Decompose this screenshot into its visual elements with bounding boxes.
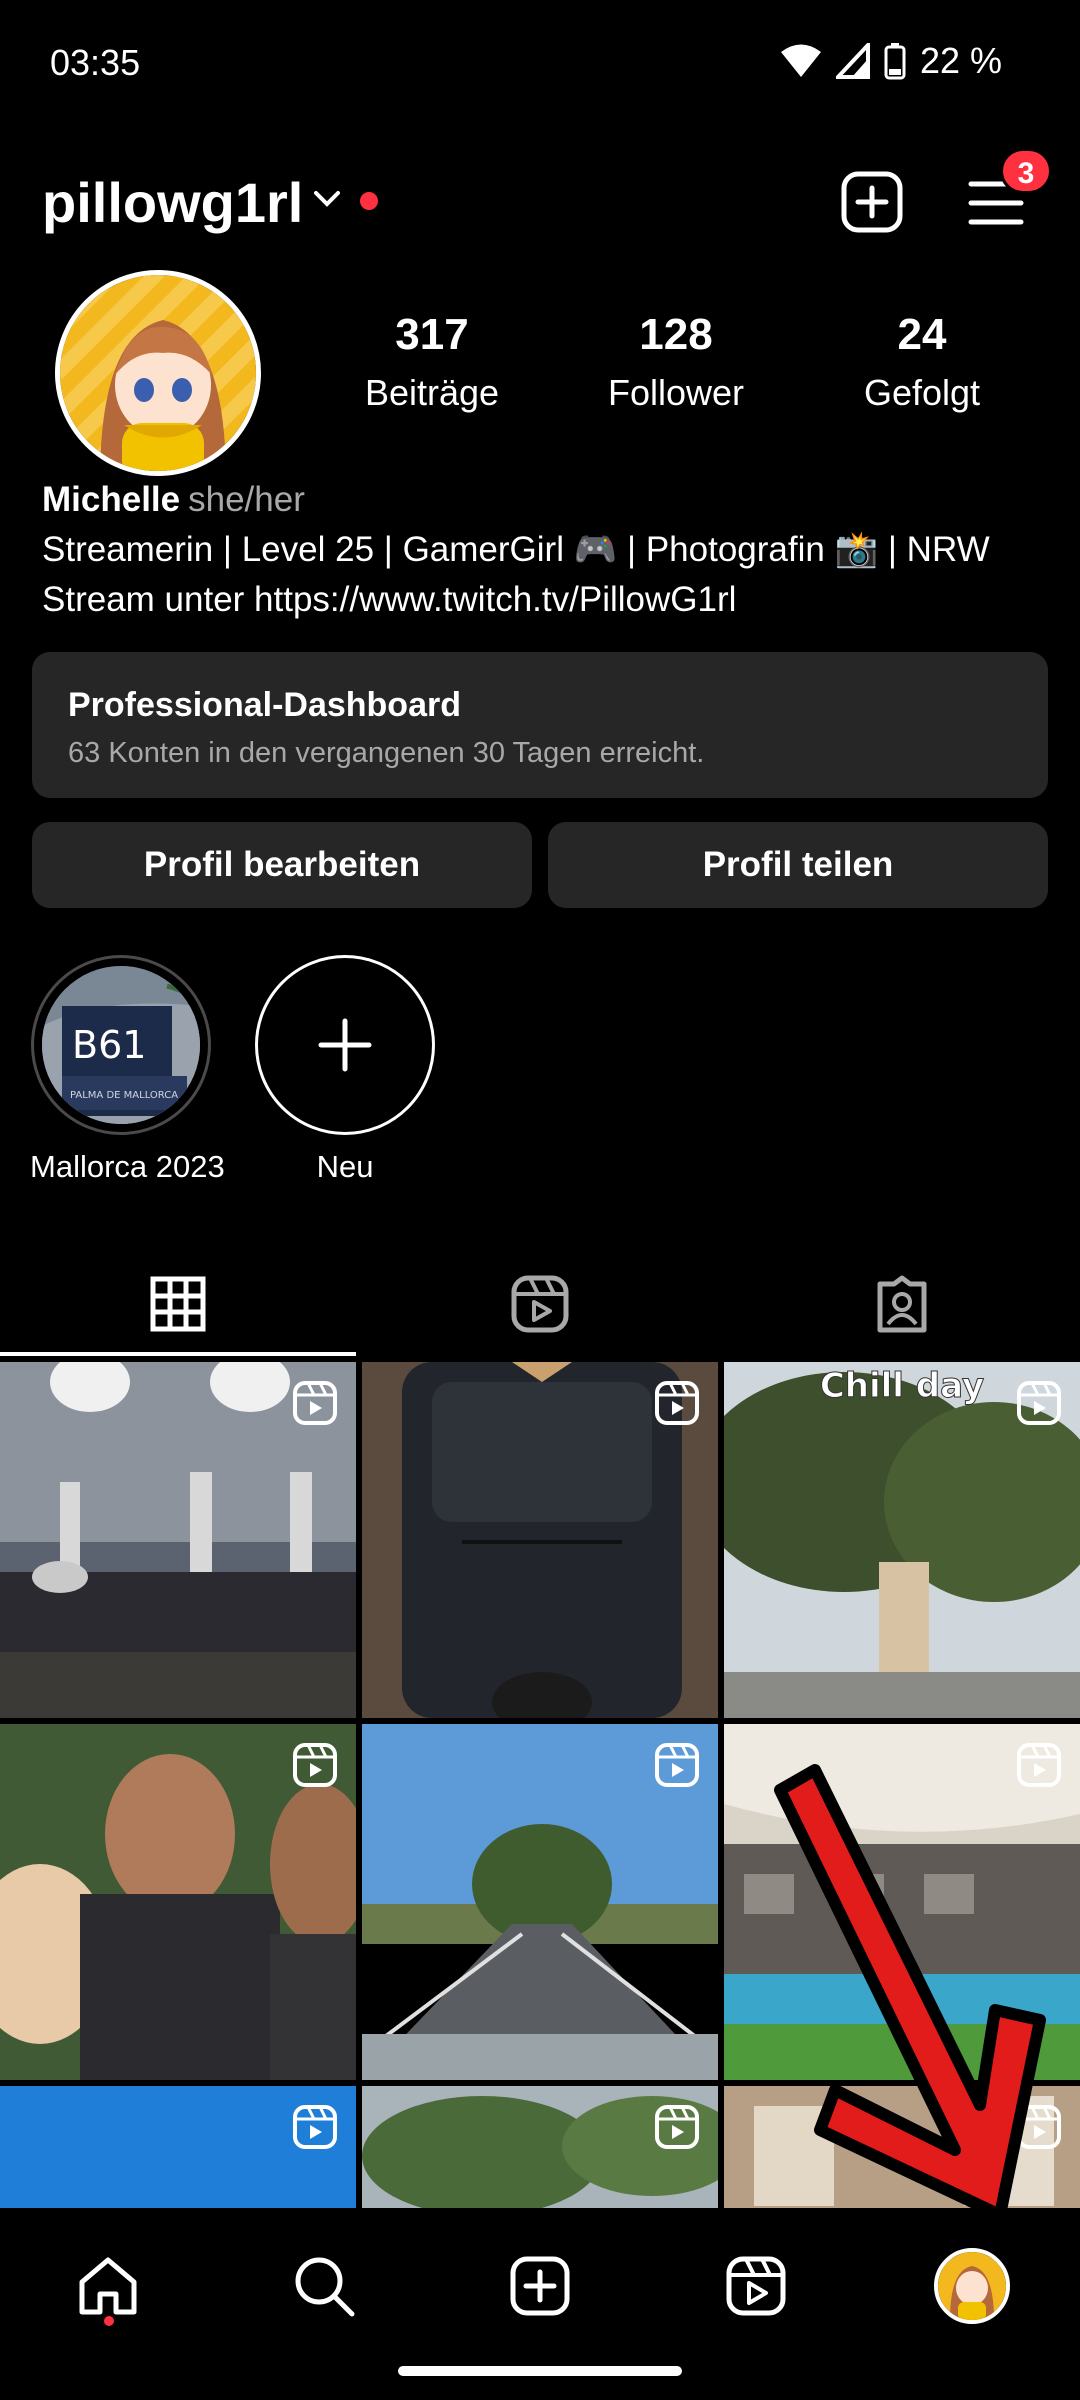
signal-icon — [835, 43, 870, 79]
grid-post[interactable] — [362, 1724, 718, 2080]
stat-label: Gefolgt — [863, 372, 981, 413]
bio-line: Streamerin | Level 25 | GamerGirl 🎮 | Ph… — [42, 530, 990, 569]
professional-dashboard[interactable]: Professional-Dashboard 63 Konten in den … — [32, 652, 1048, 798]
status-icons: 22 % — [780, 40, 1002, 82]
nav-search[interactable] — [284, 2246, 364, 2326]
bio-name-row: Michelle she/her — [42, 475, 1042, 525]
nav-reels[interactable] — [716, 2246, 796, 2326]
battery-icon — [884, 43, 906, 80]
stat-value: 128 — [639, 310, 713, 359]
pronouns: she/her — [188, 480, 305, 519]
dashboard-title: Professional-Dashboard — [68, 686, 461, 724]
add-post-icon[interactable] — [840, 170, 904, 234]
notification-badge: 3 — [1000, 148, 1052, 194]
stat-following[interactable]: 24 Gefolgt — [802, 310, 1042, 414]
nav-profile[interactable] — [932, 2246, 1012, 2326]
grid-post[interactable] — [362, 2086, 718, 2208]
highlight-label: Mallorca 2023 — [30, 1149, 225, 1184]
edit-profile-button[interactable]: Profil bearbeiten — [32, 822, 532, 908]
stat-value: 317 — [395, 310, 469, 359]
username[interactable]: pillowg1rl — [42, 170, 303, 235]
reel-indicator-icon — [293, 1743, 337, 1787]
stat-label: Beiträge — [364, 372, 500, 413]
reel-indicator-icon — [293, 1381, 337, 1425]
chevron-down-icon[interactable] — [310, 182, 344, 216]
share-profile-button[interactable]: Profil teilen — [548, 822, 1048, 908]
reel-indicator-icon — [1017, 2105, 1061, 2149]
tab-active-indicator — [0, 1352, 356, 1356]
tab-grid[interactable] — [0, 1250, 356, 1358]
highlight-new[interactable]: Neu — [255, 955, 435, 1185]
battery-percent: 22 % — [919, 40, 1002, 81]
search-icon — [295, 2257, 355, 2317]
wifi-icon — [780, 44, 821, 77]
home-activity-dot — [104, 2316, 114, 2326]
reels-icon — [726, 2256, 786, 2316]
highlight-new-circle — [255, 955, 435, 1135]
profile-header: pillowg1rl 3 — [0, 148, 1080, 240]
stat-posts[interactable]: 317 Beiträge — [312, 310, 552, 414]
posts-grid: Chill day — [0, 1362, 1080, 2208]
display-name: Michelle — [42, 480, 181, 519]
highlight-mallorca[interactable]: B61 PALMA DE MALLORCA Mallorca 2023 — [30, 955, 225, 1185]
create-icon — [510, 2256, 570, 2316]
stat-label: Follower — [607, 372, 745, 413]
sign-subtext: PALMA DE MALLORCA — [70, 1090, 178, 1101]
home-icon — [79, 2257, 137, 2315]
grid-icon — [150, 1276, 206, 1332]
reel-indicator-icon — [655, 1743, 699, 1787]
grid-post[interactable] — [724, 2086, 1080, 2208]
home-indicator[interactable] — [398, 2366, 682, 2376]
grid-post[interactable] — [724, 1724, 1080, 2080]
status-time: 03:35 — [50, 42, 141, 83]
reels-icon — [511, 1275, 569, 1333]
stat-followers[interactable]: 128 Follower — [556, 310, 796, 414]
plus-icon — [318, 1018, 372, 1072]
reel-indicator-icon — [655, 1381, 699, 1425]
tagged-icon — [877, 1275, 927, 1333]
stat-value: 24 — [897, 310, 947, 359]
highlight-label: Neu — [316, 1149, 374, 1184]
grid-post[interactable] — [362, 1362, 718, 1718]
profile-bio: Michelle she/her Streamerin | Level 25 | … — [42, 475, 1042, 625]
highlight-cover: B61 PALMA DE MALLORCA — [31, 955, 211, 1135]
reel-indicator-icon — [1017, 1381, 1061, 1425]
grid-post[interactable]: Chill day — [724, 1362, 1080, 1718]
reel-indicator-icon — [293, 2105, 337, 2149]
live-indicator — [360, 192, 378, 210]
tab-reels[interactable] — [362, 1250, 718, 1358]
reel-indicator-icon — [655, 2105, 699, 2149]
reel-indicator-icon — [1017, 1743, 1061, 1787]
bio-link[interactable]: Stream unter https://www.twitch.tv/Pillo… — [42, 575, 1042, 625]
dashboard-subtitle: 63 Konten in den vergangenen 30 Tagen er… — [68, 737, 705, 769]
profile-avatar[interactable] — [55, 270, 261, 476]
grid-post[interactable] — [0, 1724, 356, 2080]
nav-home[interactable] — [68, 2246, 148, 2326]
grid-post[interactable] — [0, 2086, 356, 2208]
tab-tagged[interactable] — [724, 1250, 1080, 1358]
grid-post[interactable] — [0, 1362, 356, 1718]
nav-create[interactable] — [500, 2246, 580, 2326]
profile-avatar-small — [934, 2248, 1010, 2324]
profile-tabs — [0, 1250, 1080, 1358]
status-bar: 03:35 22 % — [0, 0, 1080, 130]
sign-text: B61 — [72, 1023, 146, 1067]
